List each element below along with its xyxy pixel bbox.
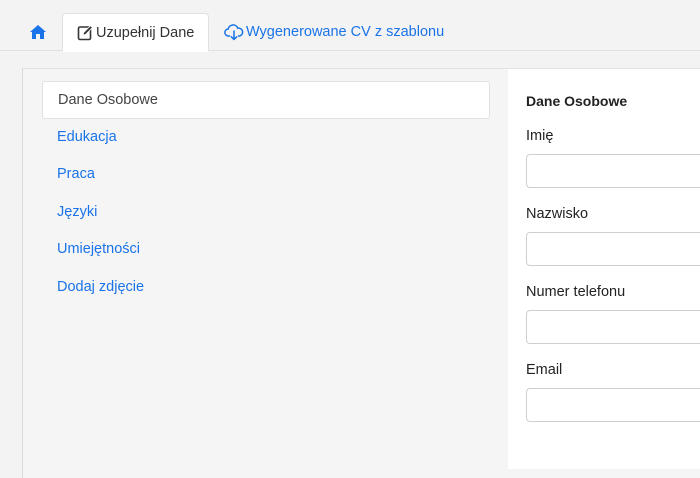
sidebar-item-dane-osobowe[interactable]: Dane Osobowe [42, 81, 490, 119]
tab-generated-cv-label: Wygenerowane CV z szablonu [246, 24, 445, 40]
sidebar-item-jezyki[interactable]: Języki [42, 194, 490, 232]
first-name-input[interactable] [526, 154, 700, 188]
cloud-download-icon [224, 23, 244, 41]
last-name-input[interactable] [526, 232, 700, 266]
first-name-label: Imię [526, 128, 554, 144]
tab-bar: Uzupełnij Dane Wygenerowane CV z szablon… [0, 0, 700, 52]
sidebar-nav: Dane Osobowe Edukacja Praca Języki Umiej… [42, 81, 490, 306]
sidebar-item-dodaj-zdjecie[interactable]: Dodaj zdjęcie [42, 269, 490, 307]
phone-input[interactable] [526, 310, 700, 344]
personal-data-form: Dane Osobowe Imię Nazwisko Numer telefon… [508, 69, 700, 469]
phone-label: Numer telefonu [526, 284, 626, 300]
home-icon [29, 24, 47, 40]
tab-generated-cv[interactable]: Wygenerowane CV z szablonu [222, 13, 444, 51]
sidebar-item-praca[interactable]: Praca [42, 156, 490, 194]
tab-home[interactable] [18, 13, 58, 51]
sidebar-item-edukacja[interactable]: Edukacja [42, 119, 490, 157]
email-input[interactable] [526, 388, 700, 422]
tab-fill-data[interactable]: Uzupełnij Dane [62, 13, 209, 52]
last-name-label: Nazwisko [526, 206, 589, 222]
sidebar-item-umiejetnosci[interactable]: Umiejętności [42, 231, 490, 269]
tab-fill-data-label: Uzupełnij Dane [96, 24, 195, 41]
edit-icon [77, 24, 94, 41]
email-label: Email [526, 362, 563, 378]
form-title: Dane Osobowe [526, 93, 628, 109]
